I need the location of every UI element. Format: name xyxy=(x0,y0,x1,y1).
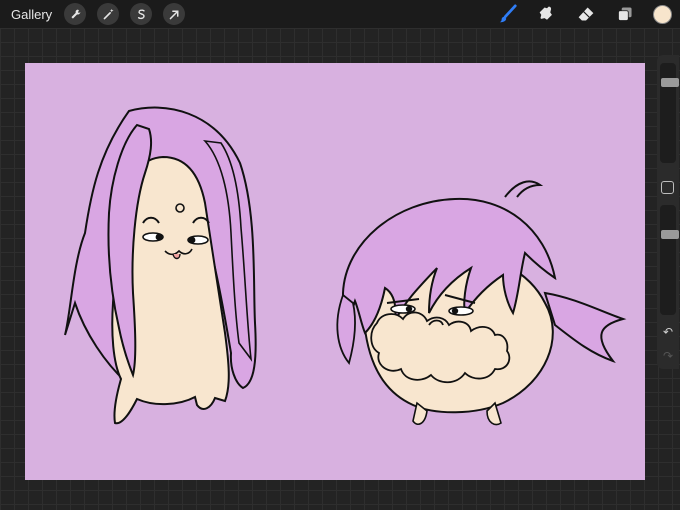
brush-sidebar: ↶ ↷ xyxy=(657,55,679,369)
color-picker-button[interactable] xyxy=(653,4,672,24)
layers-button[interactable] xyxy=(614,3,636,25)
undo-icon: ↶ xyxy=(662,325,674,339)
undo-button[interactable]: ↶ xyxy=(660,325,676,339)
top-toolbar: Gallery xyxy=(0,0,680,28)
opacity-slider[interactable] xyxy=(660,205,679,315)
magic-wand-icon xyxy=(103,8,114,19)
layers-icon xyxy=(618,7,632,21)
selection-icon xyxy=(137,8,145,19)
modify-button[interactable] xyxy=(661,181,674,194)
smudge-tool-button[interactable] xyxy=(536,3,558,25)
opacity-thumb[interactable] xyxy=(661,230,679,239)
right-toolbar xyxy=(497,0,680,28)
drawing-canvas[interactable] xyxy=(25,63,645,480)
transform-button[interactable] xyxy=(163,3,186,25)
eraser-icon xyxy=(578,7,594,21)
actions-button[interactable] xyxy=(64,3,87,25)
brush-tool-button[interactable] xyxy=(497,3,519,25)
wrench-icon xyxy=(71,9,81,19)
transform-arrow-icon xyxy=(169,10,179,19)
smudge-icon xyxy=(539,6,552,20)
selection-button[interactable] xyxy=(130,3,153,25)
eraser-tool-button[interactable] xyxy=(575,3,597,25)
redo-button[interactable]: ↷ xyxy=(660,349,676,363)
gallery-button[interactable]: Gallery xyxy=(11,7,52,22)
adjustments-button[interactable] xyxy=(97,3,120,25)
brush-size-slider[interactable] xyxy=(660,63,679,163)
brush-size-thumb[interactable] xyxy=(661,78,679,87)
brush-icon xyxy=(499,4,517,23)
artwork xyxy=(25,63,645,480)
redo-icon: ↷ xyxy=(662,349,674,363)
